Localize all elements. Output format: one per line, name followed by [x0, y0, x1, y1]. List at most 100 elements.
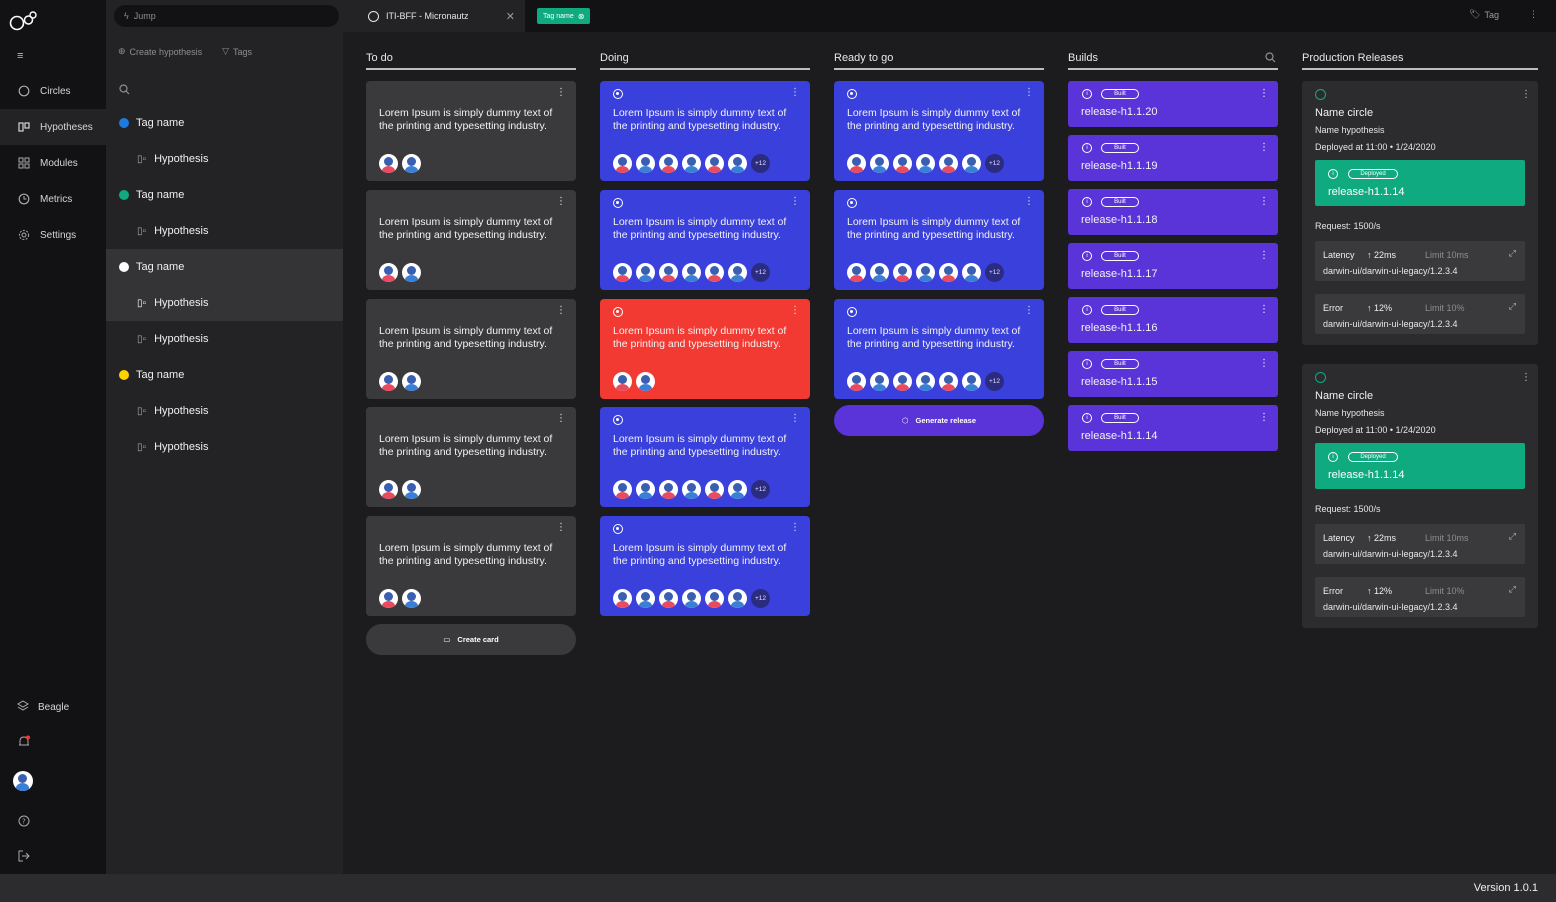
hypothesis-item[interactable]: ▯▫ Hypothesis: [106, 429, 343, 465]
avatar[interactable]: [402, 263, 421, 282]
avatar[interactable]: [402, 372, 421, 391]
hypothesis-card[interactable]: ⋮ Lorem Ipsum is simply dummy text of the…: [366, 190, 576, 290]
tag-item[interactable]: Tag name: [106, 177, 343, 213]
hypothesis-card[interactable]: ⋮ Lorem Ipsum is simply dummy text of the…: [834, 81, 1044, 181]
avatar[interactable]: [847, 154, 866, 173]
card-menu-icon[interactable]: ⋮: [556, 414, 566, 424]
tags-filter-button[interactable]: ▽ Tags: [222, 46, 252, 57]
avatar[interactable]: [613, 480, 632, 499]
card-menu-icon[interactable]: ⋮: [790, 306, 800, 316]
nav-item-metrics[interactable]: Metrics: [0, 181, 106, 217]
tag-item[interactable]: Tag name: [106, 357, 343, 393]
avatar[interactable]: [728, 589, 747, 608]
card-menu-icon[interactable]: ⋮: [1259, 88, 1269, 99]
latency-metric[interactable]: Latency ↑ 22ms Limit 10ms darwin-ui/darwin-…: [1315, 241, 1525, 281]
avatar[interactable]: [870, 372, 889, 391]
build-card[interactable]: i Built ⋮ release-h1.1.20: [1068, 81, 1278, 127]
avatar[interactable]: [916, 263, 935, 282]
logout-icon[interactable]: [18, 849, 30, 867]
user-avatar[interactable]: [13, 771, 33, 791]
card-menu-icon[interactable]: ⋮: [1259, 358, 1269, 369]
nav-item-hypotheses[interactable]: Hypotheses: [0, 109, 106, 145]
avatar[interactable]: [613, 589, 632, 608]
card-menu-icon[interactable]: ⋮: [1259, 304, 1269, 315]
avatar[interactable]: [682, 263, 701, 282]
avatar[interactable]: [402, 480, 421, 499]
hypothesis-card[interactable]: ⋮ Lorem Ipsum is simply dummy text of the…: [366, 516, 576, 616]
tab-hypothesis[interactable]: ITI-BFF - Micronautz ✕: [343, 0, 525, 32]
close-icon[interactable]: ✕: [506, 10, 515, 23]
card-menu-icon[interactable]: ⋮: [556, 523, 566, 533]
build-card[interactable]: i Built ⋮ release-h1.1.16: [1068, 297, 1278, 343]
avatar[interactable]: [659, 480, 678, 499]
card-menu-icon[interactable]: ⋮: [556, 306, 566, 316]
tag-item[interactable]: Tag name: [106, 105, 343, 141]
nav-item-circles[interactable]: Circles: [0, 73, 106, 109]
panel-menu-icon[interactable]: ⋮: [1521, 372, 1531, 383]
avatar[interactable]: [847, 372, 866, 391]
expand-icon[interactable]: ⤢: [1509, 301, 1516, 312]
card-menu-icon[interactable]: ⋮: [1259, 142, 1269, 153]
avatar[interactable]: [893, 154, 912, 173]
card-menu-icon[interactable]: ⋮: [1024, 197, 1034, 207]
card-menu-icon[interactable]: ⋮: [790, 414, 800, 424]
hypothesis-card[interactable]: ⋮ Lorem Ipsum is simply dummy text of the…: [366, 81, 576, 181]
build-card[interactable]: i Built ⋮ release-h1.1.14: [1068, 405, 1278, 451]
tag-button[interactable]: 🏷︎ Tag: [1469, 9, 1499, 20]
card-menu-icon[interactable]: ⋮: [556, 197, 566, 207]
bell-icon[interactable]: [18, 735, 30, 753]
avatar[interactable]: [613, 154, 632, 173]
avatar[interactable]: [636, 480, 655, 499]
avatar[interactable]: [379, 372, 398, 391]
avatar[interactable]: [402, 154, 421, 173]
avatar[interactable]: [705, 480, 724, 499]
hypothesis-card[interactable]: ⋮ Lorem Ipsum is simply dummy text of the…: [366, 407, 576, 507]
hypothesis-card[interactable]: ⋮ Lorem Ipsum is simply dummy text of the…: [600, 299, 810, 399]
tag-chip[interactable]: Tag name ⊗: [537, 8, 591, 24]
hypothesis-item[interactable]: ▯▫ Hypothesis: [106, 141, 343, 177]
generate-release-button[interactable]: ⬡ Generate release: [834, 405, 1044, 436]
build-card[interactable]: i Built ⋮ release-h1.1.17: [1068, 243, 1278, 289]
card-menu-icon[interactable]: ⋮: [1024, 88, 1034, 98]
card-menu-icon[interactable]: ⋮: [556, 88, 566, 98]
deployed-release-box[interactable]: i Deployed release-h1.1.14: [1315, 443, 1525, 489]
avatar[interactable]: [916, 372, 935, 391]
tag-item[interactable]: Tag name: [106, 249, 343, 285]
card-menu-icon[interactable]: ⋮: [790, 523, 800, 533]
avatar[interactable]: [402, 589, 421, 608]
avatar[interactable]: [613, 263, 632, 282]
avatar[interactable]: [379, 589, 398, 608]
workspace-switcher[interactable]: Beagle: [0, 698, 106, 716]
hypothesis-item[interactable]: ▯▫ Hypothesis: [106, 393, 343, 429]
avatar[interactable]: [728, 480, 747, 499]
avatar[interactable]: [705, 589, 724, 608]
app-logo[interactable]: [9, 10, 39, 32]
release-panel[interactable]: ⋮ Name circle Name hypothesis Deployed at 1…: [1302, 364, 1538, 628]
avatar[interactable]: [636, 372, 655, 391]
avatar[interactable]: [962, 154, 981, 173]
menu-icon[interactable]: ≡: [17, 50, 23, 62]
avatar[interactable]: [659, 589, 678, 608]
avatar[interactable]: [682, 589, 701, 608]
avatar[interactable]: [379, 263, 398, 282]
remove-tag-icon[interactable]: ⊗: [578, 12, 585, 21]
avatar[interactable]: [682, 480, 701, 499]
search-icon[interactable]: [119, 82, 130, 100]
avatar[interactable]: [916, 154, 935, 173]
search-icon[interactable]: [1265, 52, 1276, 66]
hypothesis-card[interactable]: ⋮ Lorem Ipsum is simply dummy text of the…: [834, 190, 1044, 290]
expand-icon[interactable]: ⤢: [1509, 248, 1516, 259]
avatar[interactable]: [962, 263, 981, 282]
card-menu-icon[interactable]: ⋮: [1259, 412, 1269, 423]
avatar[interactable]: [659, 263, 678, 282]
avatar[interactable]: [893, 263, 912, 282]
build-card[interactable]: i Built ⋮ release-h1.1.15: [1068, 351, 1278, 397]
panel-menu-icon[interactable]: ⋮: [1521, 89, 1531, 100]
error-metric[interactable]: Error ↑ 12% Limit 10% darwin-ui/darwin-ui-l…: [1315, 577, 1525, 617]
avatar[interactable]: [379, 480, 398, 499]
avatar[interactable]: [962, 372, 981, 391]
card-menu-icon[interactable]: ⋮: [1259, 250, 1269, 261]
release-panel[interactable]: ⋮ Name circle Name hypothesis Deployed at 1…: [1302, 81, 1538, 345]
kebab-menu-icon[interactable]: ⋮: [1529, 9, 1538, 20]
hypothesis-card[interactable]: ⋮ Lorem Ipsum is simply dummy text of the…: [834, 299, 1044, 399]
